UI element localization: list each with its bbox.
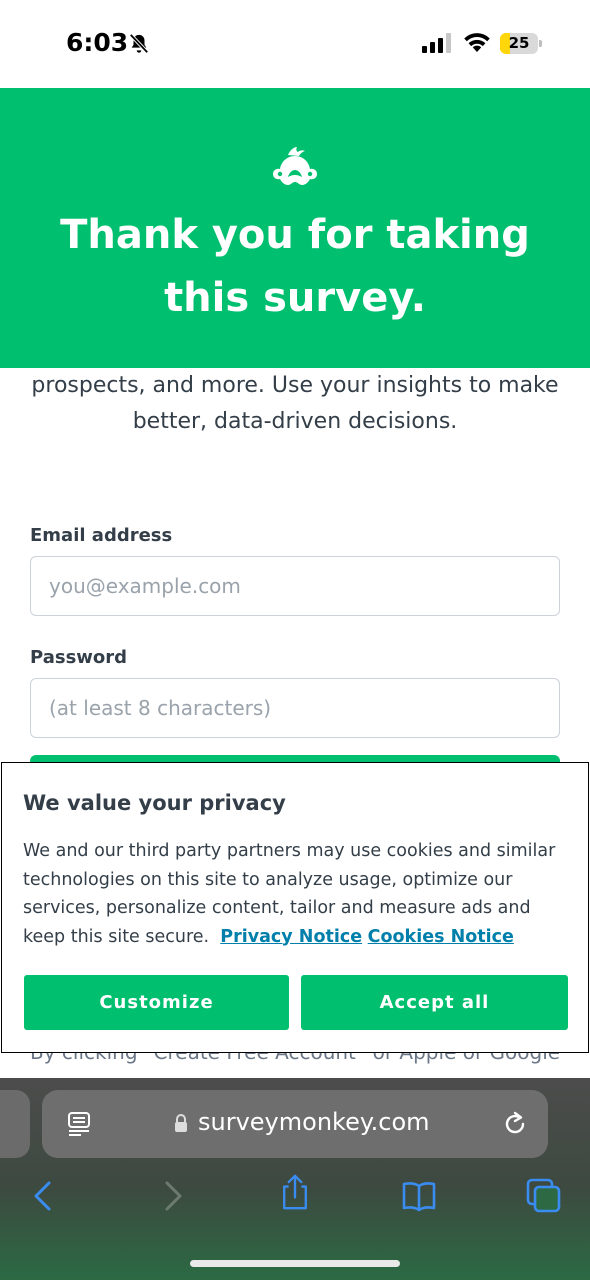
thank-you-header: Thank you for taking this survey. (0, 88, 590, 368)
cellular-signal-icon (422, 33, 451, 53)
previous-tab-peek[interactable] (0, 1090, 30, 1158)
privacy-notice-link[interactable]: Privacy Notice (220, 927, 362, 947)
lock-icon (175, 1114, 187, 1132)
bell-slash-icon (129, 33, 149, 54)
password-label: Password (30, 647, 128, 668)
wifi-icon (464, 33, 490, 52)
battery-icon: 25 (500, 33, 542, 54)
url-text: surveymonkey.com (198, 1108, 430, 1136)
cookies-notice-link[interactable]: Cookies Notice (368, 927, 514, 947)
email-field[interactable] (30, 556, 560, 616)
share-icon[interactable] (277, 1174, 313, 1210)
bookmarks-icon[interactable] (401, 1178, 437, 1214)
address-bar[interactable]: surveymonkey.com (42, 1090, 548, 1158)
customize-button[interactable]: Customize (24, 975, 289, 1030)
back-icon[interactable] (26, 1178, 62, 1214)
status-bar: 6:03 25 (0, 0, 590, 88)
cookie-consent-dialog: We value your privacy We and our third p… (1, 762, 589, 1053)
reload-icon[interactable] (501, 1110, 529, 1138)
battery-percent: 25 (508, 34, 530, 52)
intro-text: prospects, and more. Use your insights t… (31, 373, 559, 434)
home-indicator (190, 1260, 400, 1267)
cookie-dialog-title: We value your privacy (23, 791, 286, 815)
password-field[interactable] (30, 678, 560, 738)
tabs-icon[interactable] (526, 1178, 562, 1214)
cookie-dialog-body: We and our third party partners may use … (23, 837, 563, 951)
reader-icon[interactable] (66, 1111, 92, 1137)
forward-icon[interactable] (154, 1178, 190, 1214)
surveymonkey-logo-icon (273, 147, 317, 185)
status-time: 6:03 (66, 28, 129, 57)
browser-toolbar: surveymonkey.com (0, 1078, 590, 1280)
page-title: Thank you for taking this survey. (60, 212, 530, 321)
email-label: Email address (30, 525, 173, 546)
accept-all-button[interactable]: Accept all (301, 975, 568, 1030)
